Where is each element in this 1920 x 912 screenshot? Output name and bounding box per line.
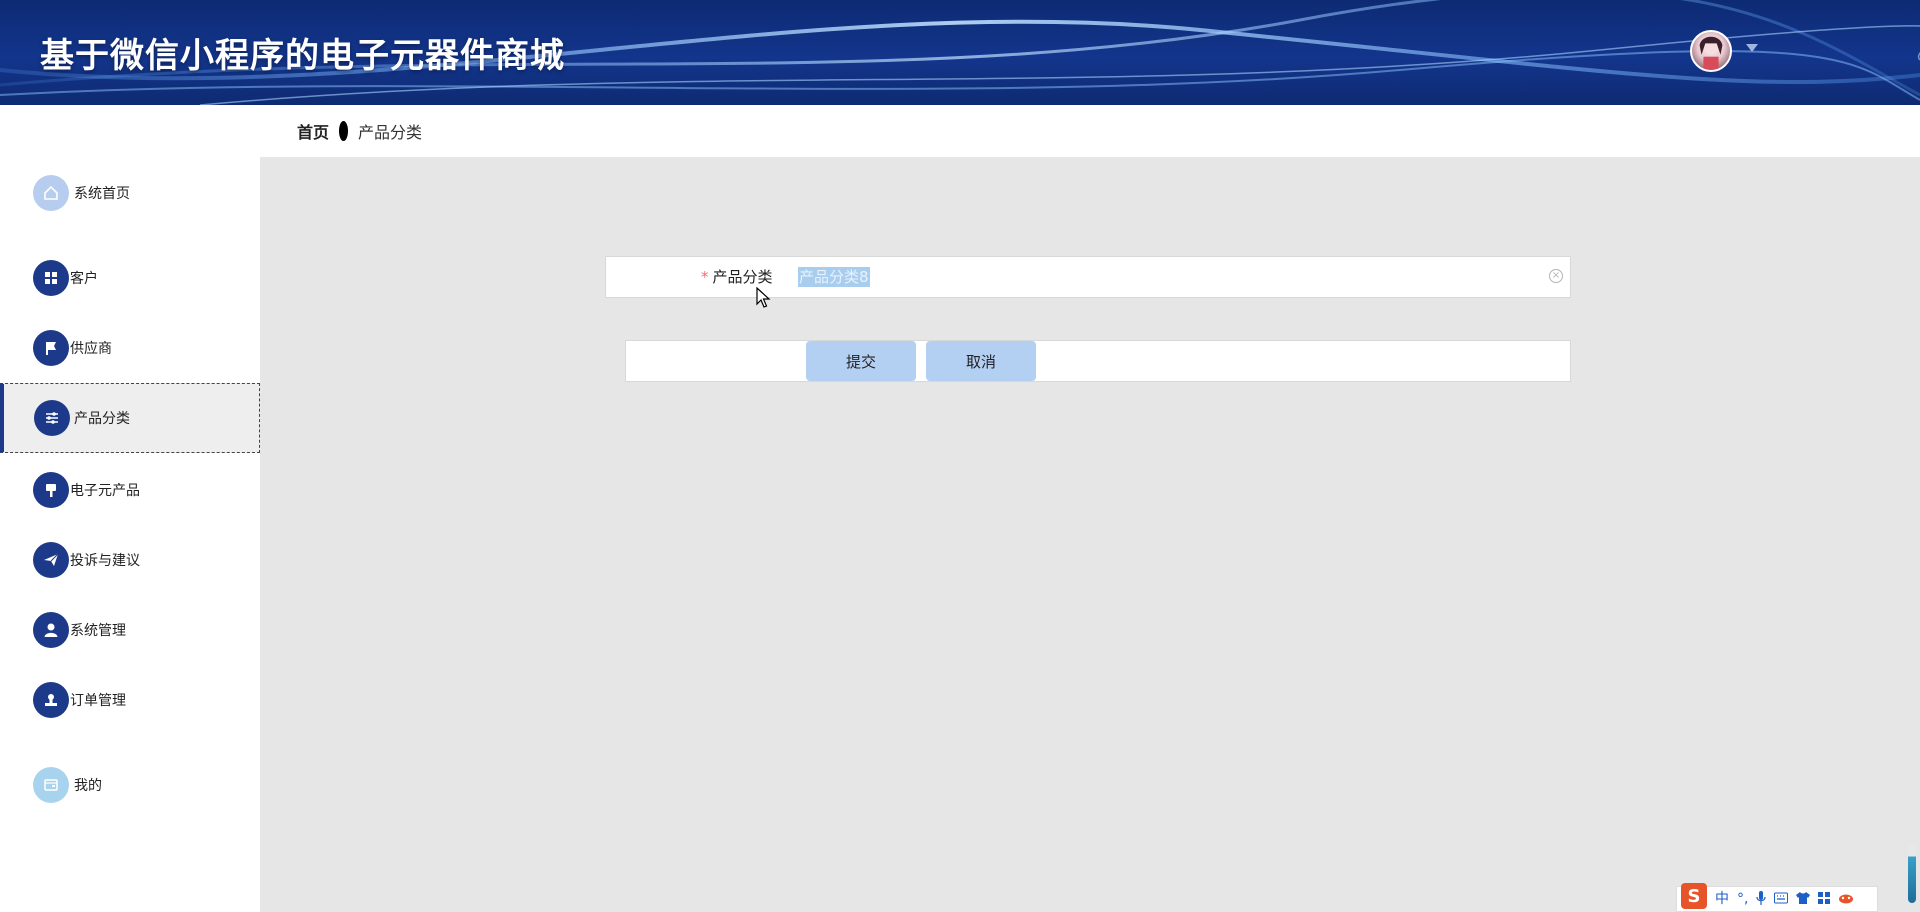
- sidebar-item-system-management[interactable]: 系统管理: [0, 595, 260, 665]
- sidebar-item-mine[interactable]: 我的: [0, 750, 260, 820]
- sidebar-item-order-management[interactable]: 订单管理: [0, 665, 260, 735]
- circle-close-icon[interactable]: ×: [1549, 269, 1563, 283]
- sidebar-item-product-category[interactable]: 产品分类: [0, 383, 260, 453]
- wallet-icon: [33, 767, 69, 803]
- sidebar-item-customer[interactable]: 客户: [0, 243, 260, 313]
- sidebar: 系统首页 客户 供应商 产品分类 电子元产品 投诉与建议 系统管理 订单管理 我…: [0, 105, 260, 912]
- sidebar-item-label: 系统首页: [74, 186, 130, 202]
- stamp-icon: [33, 682, 69, 718]
- sidebar-item-label: 供应商: [70, 341, 112, 357]
- user-icon: [33, 612, 69, 648]
- form-actions: 提交 取消: [625, 340, 1571, 382]
- product-category-input[interactable]: [796, 263, 1536, 291]
- sidebar-item-label: 订单管理: [70, 693, 126, 709]
- sidebar-item-system-home[interactable]: 系统首页: [0, 158, 260, 228]
- product-category-form-item: * 产品分类 产品分类8 ×: [605, 256, 1571, 298]
- mouse-cursor-icon: [756, 287, 771, 308]
- submit-button[interactable]: 提交: [806, 341, 916, 381]
- breadcrumb-separator-icon: [339, 121, 349, 141]
- toolbox-grid-icon[interactable]: [1818, 891, 1831, 907]
- breadcrumb: 首页 产品分类: [260, 105, 1920, 157]
- ime-punctuation-toggle[interactable]: °,: [1737, 892, 1748, 906]
- mascot-icon[interactable]: [1838, 892, 1854, 907]
- sliders-icon: [34, 400, 70, 436]
- required-mark: *: [701, 268, 709, 286]
- microphone-icon[interactable]: [1756, 890, 1767, 908]
- sidebar-item-electronic-products[interactable]: 电子元产品: [0, 455, 260, 525]
- brush-icon: [33, 472, 69, 508]
- sidebar-item-label: 电子元产品: [70, 483, 140, 499]
- product-category-label: * 产品分类: [701, 266, 773, 287]
- app-title: 基于微信小程序的电子元器件商城: [40, 36, 565, 76]
- sidebar-item-label: 产品分类: [74, 411, 130, 427]
- sidebar-item-complaints[interactable]: 投诉与建议: [0, 525, 260, 595]
- paper-plane-icon: [33, 542, 69, 578]
- caret-down-icon[interactable]: [1746, 44, 1758, 52]
- user-avatar[interactable]: [1690, 30, 1732, 72]
- ime-mode-toggle[interactable]: 中: [1715, 892, 1729, 906]
- ime-logo-icon[interactable]: S: [1681, 883, 1707, 909]
- cancel-button[interactable]: 取消: [926, 341, 1036, 381]
- sidebar-item-label: 系统管理: [70, 623, 126, 639]
- breadcrumb-current: 产品分类: [358, 123, 423, 142]
- keyboard-icon[interactable]: [1774, 892, 1789, 907]
- scroll-indicator: [1908, 845, 1916, 903]
- ime-toolbar: S 中 °,: [1676, 883, 1878, 912]
- product-category-input-value: 产品分类8: [798, 267, 870, 287]
- grid-icon: [33, 260, 69, 296]
- top-header: 基于微信小程序的电子元器件商城: [0, 0, 1920, 105]
- flag-icon: [33, 330, 69, 366]
- sidebar-item-supplier[interactable]: 供应商: [0, 313, 260, 383]
- skin-shirt-icon[interactable]: [1796, 891, 1811, 907]
- sidebar-item-label: 我的: [74, 778, 102, 794]
- breadcrumb-home[interactable]: 首页: [297, 119, 329, 143]
- product-category-label-text: 产品分类: [712, 268, 773, 286]
- home-icon: [33, 175, 69, 211]
- sidebar-item-label: 客户: [70, 271, 98, 287]
- sidebar-item-label: 投诉与建议: [70, 553, 140, 569]
